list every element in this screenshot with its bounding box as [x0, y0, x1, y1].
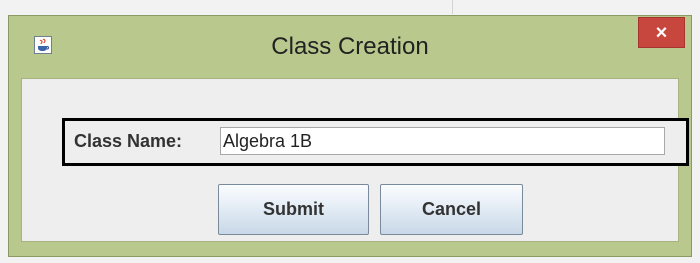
close-button[interactable]: ×: [638, 17, 685, 48]
class-creation-dialog: Class Creation × Class Name: Submit Canc…: [8, 15, 692, 257]
close-icon: ×: [655, 21, 668, 44]
background-divider: [452, 0, 453, 14]
desktop-background: Class Creation × Class Name: Submit Canc…: [0, 0, 700, 263]
dialog-content: Class Name: Submit Cancel: [21, 78, 689, 242]
class-name-input[interactable]: [220, 127, 665, 155]
dialog-title: Class Creation: [271, 33, 429, 60]
class-name-label: Class Name:: [74, 131, 183, 151]
title-bar[interactable]: Class Creation ×: [9, 16, 691, 78]
cancel-button[interactable]: Cancel: [380, 184, 523, 235]
class-name-row: Class Name:: [62, 118, 689, 166]
submit-button[interactable]: Submit: [218, 184, 369, 235]
